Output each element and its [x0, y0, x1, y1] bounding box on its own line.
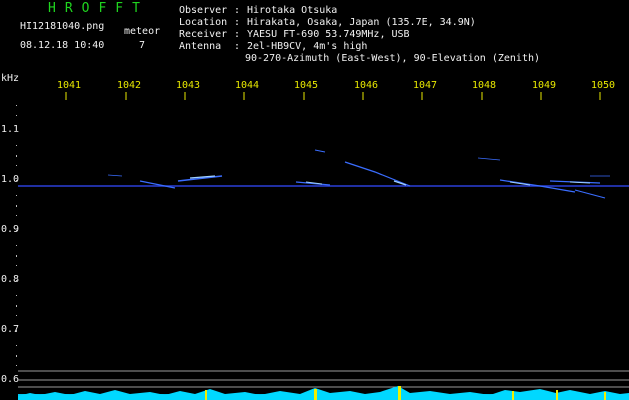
meteor-echo: [344, 161, 411, 187]
meteor-echo: [139, 180, 176, 189]
signal-strength-strip: [18, 386, 629, 400]
meteor-echoes: [107, 149, 610, 199]
spectrogram-plot: [16, 92, 629, 400]
x-tick-marks: [65, 92, 601, 100]
meteor-echo: [574, 189, 606, 199]
meteor-echo: [477, 157, 501, 161]
meteor-echo: [314, 149, 326, 153]
baseline-lines: [18, 370, 629, 388]
y-tick-marks: [16, 105, 17, 366]
meteor-echo: [107, 174, 123, 177]
